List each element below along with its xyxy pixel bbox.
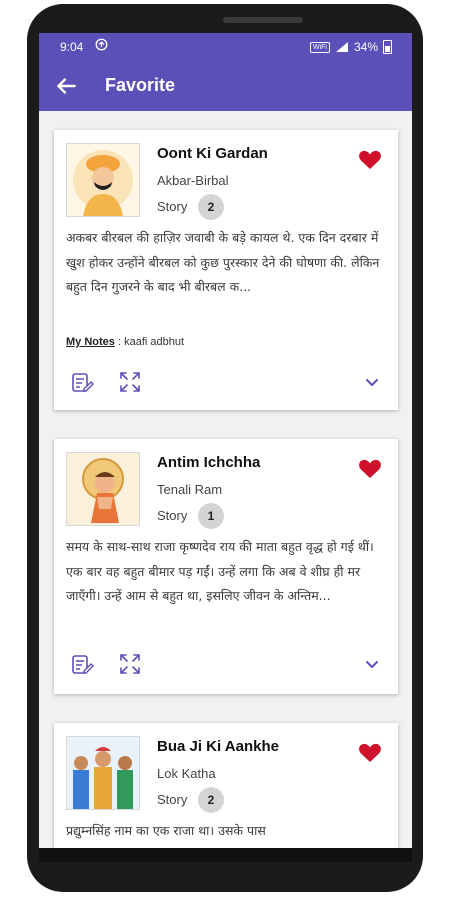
story-excerpt: प्रद्युम्नसिंह नाम का एक राजा था। उसके प… (66, 823, 266, 838)
earpiece (223, 17, 303, 23)
status-right: WiFi 34% (309, 40, 392, 54)
story-label: Story (157, 199, 188, 214)
status-bar: 9:04 WiFi 34% (39, 33, 412, 61)
heart-icon[interactable] (358, 741, 382, 763)
app-bar: Favorite (39, 61, 412, 111)
expand-icon[interactable] (118, 370, 142, 394)
notes-separator: : (114, 336, 125, 348)
app-screen: 9:04 WiFi 34% Favorite Oont Ki Gardan Ak… (39, 33, 412, 848)
story-number-badge: 1 (198, 503, 224, 529)
story-excerpt: समय के साथ-साथ राजा कृष्णदेव राय की माता… (66, 539, 374, 603)
story-number-badge: 2 (198, 787, 224, 813)
story-category: Akbar-Birbal (157, 173, 229, 188)
story-card[interactable]: Bua Ji Ki Aankhe Lok Katha Story 2 प्रद्… (54, 723, 398, 848)
heart-icon[interactable] (358, 148, 382, 170)
battery-icon (383, 40, 392, 54)
story-label: Story (157, 508, 188, 523)
back-arrow-icon[interactable] (53, 73, 79, 99)
notes-label: My Notes (66, 336, 115, 348)
story-thumbnail (66, 452, 140, 526)
signal-icon (335, 42, 348, 52)
sync-icon (95, 38, 108, 51)
story-category: Lok Katha (157, 766, 216, 781)
story-card[interactable]: Antim Ichchha Tenali Ram Story 1 समय के … (54, 439, 398, 694)
chevron-down-icon[interactable] (364, 657, 380, 673)
expand-icon[interactable] (118, 652, 142, 676)
status-time: 9:04 (60, 40, 84, 54)
notes-text: kaafi adbhut (124, 336, 185, 348)
battery-percent: 34% (353, 40, 378, 54)
story-excerpt: अकबर बीरबल की हाज़िर जवाबी के बड़े कायल … (66, 230, 380, 294)
chevron-down-icon[interactable] (364, 375, 380, 391)
wifi-calling-badge: WiFi (309, 41, 330, 53)
story-label: Story (157, 792, 188, 807)
page-title: Favorite (105, 75, 176, 95)
story-thumbnail (66, 736, 140, 810)
story-number-badge: 2 (198, 194, 224, 220)
story-title: Bua Ji Ki Aankhe (157, 738, 279, 755)
story-category: Tenali Ram (157, 482, 223, 497)
story-title: Antim Ichchha (157, 454, 261, 471)
story-card[interactable]: Oont Ki Gardan Akbar-Birbal Story 2 अकबर… (54, 130, 398, 410)
phone-bezel-bottom (39, 848, 412, 862)
story-title: Oont Ki Gardan (157, 145, 268, 162)
favorites-list[interactable]: Oont Ki Gardan Akbar-Birbal Story 2 अकबर… (39, 111, 412, 848)
story-thumbnail (66, 143, 140, 217)
my-notes: My Notes : kaafi adbhut (66, 336, 184, 348)
edit-note-icon[interactable] (70, 652, 94, 676)
edit-note-icon[interactable] (70, 370, 94, 394)
heart-icon[interactable] (358, 457, 382, 479)
